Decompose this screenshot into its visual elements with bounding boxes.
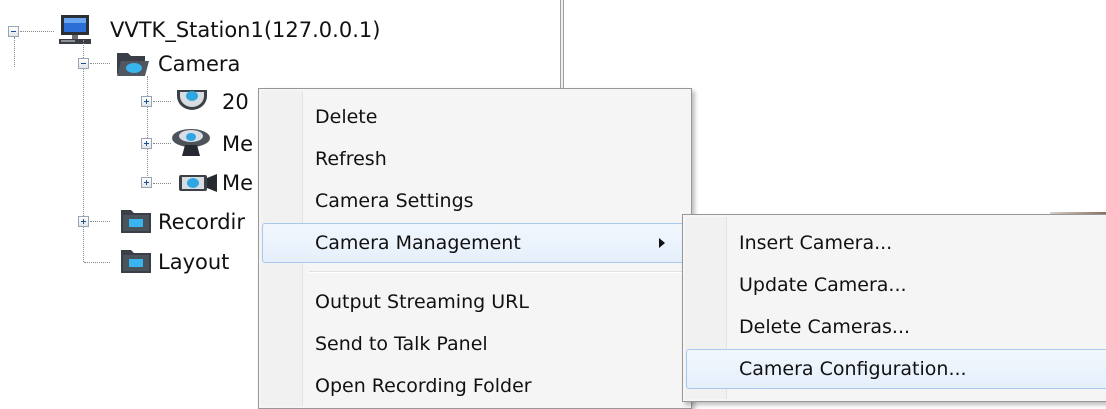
station-collapse-toggle[interactable] xyxy=(8,26,19,37)
submenu-arrow-icon xyxy=(659,238,665,248)
recording-expand-toggle[interactable] xyxy=(78,216,89,227)
menu-item-camera-settings[interactable]: Camera Settings xyxy=(262,181,688,221)
folder-open-icon xyxy=(117,53,149,76)
tree-item-station[interactable]: VVTK_Station1(127.0.0.1) xyxy=(110,20,380,41)
camera-collapse-toggle[interactable] xyxy=(78,58,89,69)
tree-item-camera-2[interactable]: Me xyxy=(222,134,253,155)
tree-item-layout[interactable]: Layout xyxy=(158,252,229,273)
menu-item-send-to-talk-panel[interactable]: Send to Talk Panel xyxy=(262,324,688,364)
tree-item-camera-1[interactable]: 20 xyxy=(222,92,249,113)
tree-item-camera[interactable]: Camera xyxy=(158,54,240,75)
dome-camera-icon xyxy=(177,90,207,110)
tree-item-camera-3[interactable]: Me xyxy=(222,173,253,194)
menu-item-output-streaming-url[interactable]: Output Streaming URL xyxy=(262,282,688,322)
menu-item-refresh[interactable]: Refresh xyxy=(262,139,688,179)
menu-item-update-camera[interactable]: Update Camera... xyxy=(686,265,1106,305)
speed-dome-camera-icon xyxy=(172,129,210,156)
child1-expand-toggle[interactable] xyxy=(141,96,152,107)
menu-item-camera-management[interactable]: Camera Management xyxy=(262,223,688,263)
menu-item-open-recording-folder[interactable]: Open Recording Folder xyxy=(262,366,688,406)
menu-item-delete-cameras[interactable]: Delete Cameras... xyxy=(686,307,1106,347)
folder-icon xyxy=(121,250,151,273)
menu-item-insert-camera[interactable]: Insert Camera... xyxy=(686,223,1106,263)
context-menu: Delete Refresh Camera Settings Camera Ma… xyxy=(258,88,692,409)
camera-management-submenu: Insert Camera... Update Camera... Delete… xyxy=(682,214,1106,402)
box-camera-icon xyxy=(179,174,217,192)
menu-separator xyxy=(309,271,686,273)
child2-expand-toggle[interactable] xyxy=(141,138,152,149)
tree-item-recording[interactable]: Recordir xyxy=(158,212,245,233)
menu-item-camera-configuration[interactable]: Camera Configuration... xyxy=(686,349,1106,389)
menu-item-delete[interactable]: Delete xyxy=(262,97,688,137)
child3-expand-toggle[interactable] xyxy=(141,177,152,188)
computer-icon xyxy=(59,15,91,44)
folder-icon xyxy=(121,210,151,233)
